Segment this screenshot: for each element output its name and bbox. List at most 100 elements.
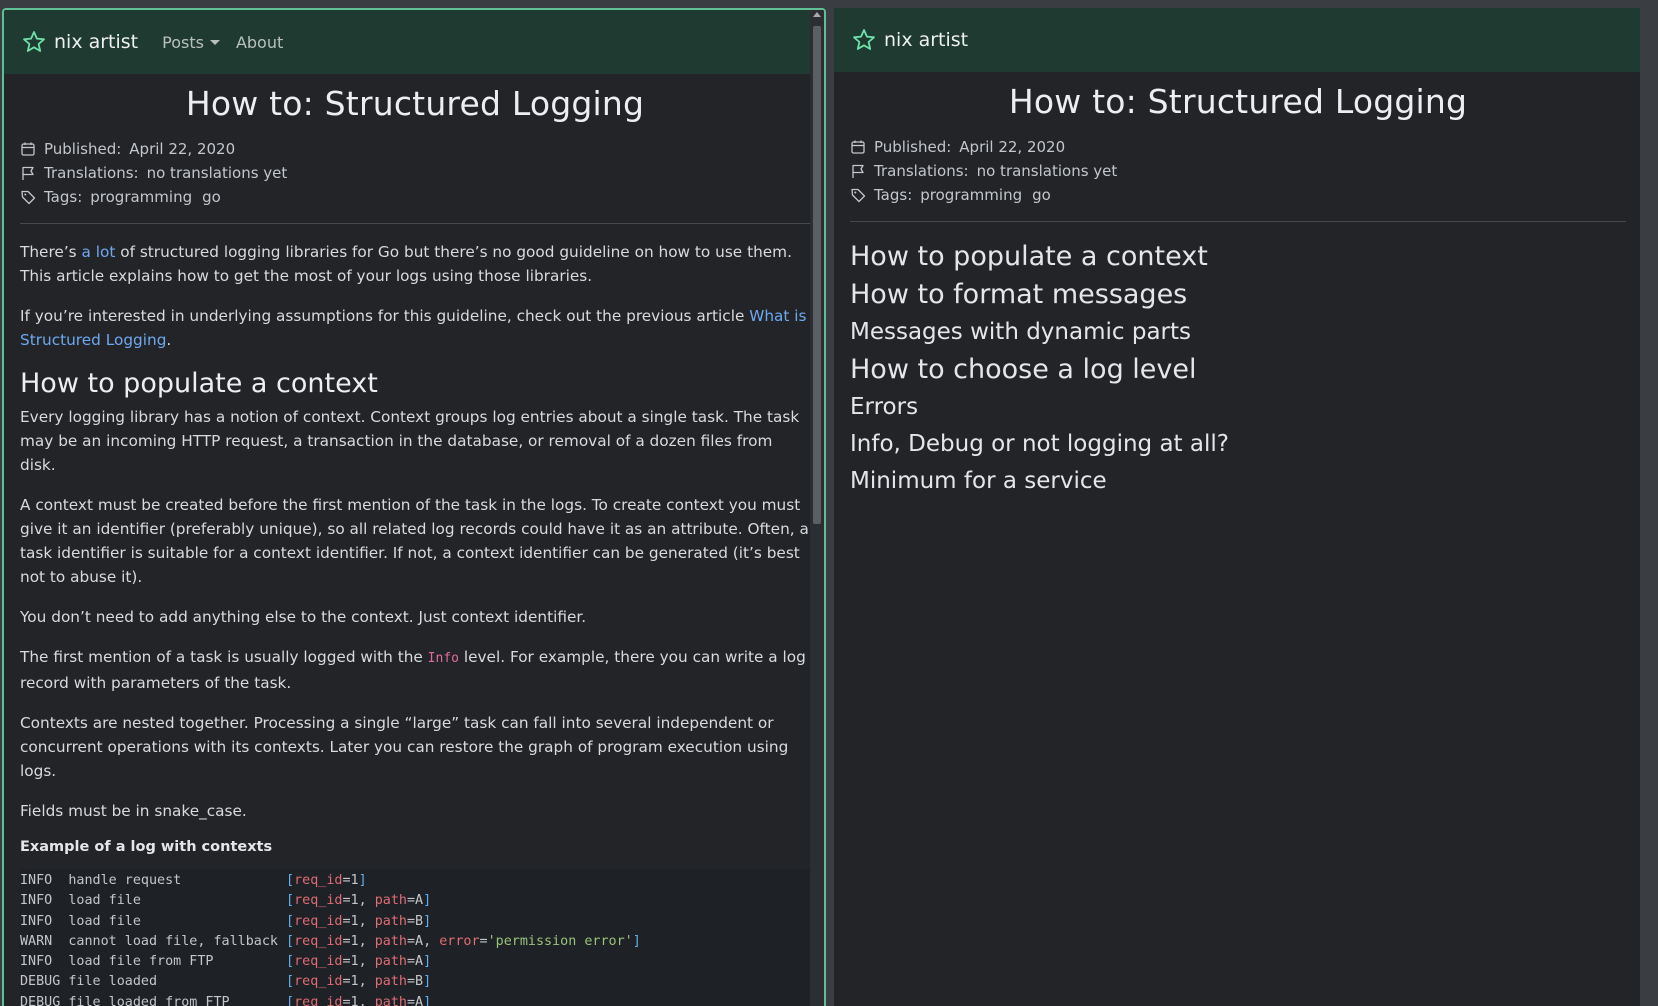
separator: , bbox=[358, 974, 375, 990]
bracket: ] bbox=[423, 913, 432, 929]
link-a-lot[interactable]: a lot bbox=[82, 243, 116, 261]
bracket: [ bbox=[286, 893, 295, 909]
field-value: 1 bbox=[350, 954, 359, 970]
equals: = bbox=[342, 954, 351, 970]
tags-label: Tags: bbox=[874, 186, 913, 204]
log-message: DEBUG file loaded bbox=[20, 974, 287, 990]
field-value: A bbox=[415, 954, 424, 970]
bracket: ] bbox=[423, 893, 432, 909]
log-message: INFO load file from FTP bbox=[20, 954, 287, 970]
paragraph-intro: There’s a lot of structured logging libr… bbox=[20, 240, 810, 288]
toc-item[interactable]: Errors bbox=[850, 389, 1626, 426]
tag-go[interactable]: go bbox=[202, 188, 221, 206]
toc-item[interactable]: How to populate a context bbox=[850, 238, 1626, 276]
translations-label: Translations: bbox=[44, 164, 139, 182]
scroll-up-icon[interactable] bbox=[813, 12, 821, 17]
toc-item[interactable]: Messages with dynamic parts bbox=[850, 314, 1626, 351]
code-line: INFO handle request [req_id=1] bbox=[20, 871, 810, 891]
field-key: req_id bbox=[294, 933, 343, 949]
scrollbar[interactable] bbox=[810, 10, 824, 1006]
brand-link[interactable]: nix artist bbox=[22, 30, 138, 54]
code-line: WARN cannot load file, fallback [req_id =… bbox=[20, 932, 810, 952]
flag-icon bbox=[852, 164, 864, 178]
flag-icon bbox=[22, 166, 34, 180]
bracket: [ bbox=[286, 933, 295, 949]
section-heading-populate-context: How to populate a context bbox=[20, 368, 378, 399]
tag-programming[interactable]: programming bbox=[920, 186, 1022, 204]
scroll-thumb[interactable] bbox=[813, 26, 821, 524]
toc-item[interactable]: How to choose a log level bbox=[850, 351, 1626, 389]
bracket: [ bbox=[286, 994, 295, 1006]
field-value: 1 bbox=[350, 913, 359, 929]
nav-posts-dropdown[interactable]: Posts bbox=[162, 33, 220, 52]
field-value: 1 bbox=[350, 994, 359, 1006]
separator: , bbox=[423, 933, 440, 949]
field-value: A bbox=[415, 933, 424, 949]
bracket: ] bbox=[423, 954, 432, 970]
navbar: nix artist Posts About bbox=[4, 10, 824, 74]
star-icon bbox=[23, 31, 45, 52]
field-key: path bbox=[374, 893, 407, 909]
field-key: req_id bbox=[294, 913, 343, 929]
field-key: path bbox=[374, 994, 407, 1006]
equals: = bbox=[406, 974, 416, 990]
log-message: INFO load file bbox=[20, 913, 287, 929]
equals: = bbox=[342, 994, 351, 1006]
text: If you’re interested in underlying assum… bbox=[20, 307, 750, 325]
right-pane: nix artist How to: Structured Logging Pu… bbox=[834, 8, 1640, 1006]
log-message: INFO load file bbox=[20, 893, 287, 909]
field-value: 1 bbox=[350, 893, 359, 909]
brand-name-right: nix artist bbox=[884, 29, 969, 51]
bracket: [ bbox=[286, 913, 295, 929]
paragraph-context-notion: Every logging library has a notion of co… bbox=[20, 408, 800, 474]
text: . bbox=[166, 331, 172, 349]
text: The first mention of a task is usually l… bbox=[20, 648, 428, 666]
brand-link-right[interactable]: nix artist bbox=[852, 28, 968, 52]
field-key: req_id bbox=[294, 893, 343, 909]
meta-published: Published: April 22, 2020 bbox=[20, 137, 810, 161]
code-line: DEBUG file loaded from FTP [req_id=1, pa… bbox=[20, 993, 810, 1006]
meta-tags-right: Tags: programming go bbox=[850, 183, 1626, 207]
field-value: 'permission error' bbox=[487, 933, 633, 949]
code-line: INFO load file [req_id=1, path=B] bbox=[20, 912, 810, 932]
bracket: ] bbox=[632, 933, 641, 949]
inline-code-info: Info bbox=[427, 651, 459, 666]
log-message: WARN cannot load file, fallback bbox=[20, 933, 287, 949]
text: of structured logging libraries for Go b… bbox=[20, 243, 792, 285]
bracket: [ bbox=[286, 873, 295, 888]
meta-published-right: Published: April 22, 2020 bbox=[850, 135, 1626, 159]
code-line: INFO load file [req_id=1, path=A] bbox=[20, 891, 810, 911]
published-date: April 22, 2020 bbox=[129, 140, 236, 158]
published-label: Published: bbox=[874, 138, 952, 156]
nav-posts-label: Posts bbox=[162, 32, 204, 52]
separator: , bbox=[358, 994, 375, 1006]
field-key: error bbox=[439, 933, 480, 949]
toc-item[interactable]: How to format messages bbox=[850, 276, 1626, 314]
divider bbox=[20, 223, 810, 224]
field-key: path bbox=[374, 933, 407, 949]
log-message: DEBUG file loaded from FTP bbox=[20, 994, 287, 1006]
calendar-icon bbox=[21, 142, 35, 156]
calendar-icon bbox=[851, 140, 865, 154]
equals: = bbox=[342, 893, 351, 909]
equals: = bbox=[406, 954, 416, 970]
navbar-right: nix artist bbox=[834, 8, 1640, 72]
equals: = bbox=[342, 913, 351, 929]
equals: = bbox=[406, 994, 416, 1006]
code-block: INFO handle request [req_id=1] INFO load … bbox=[20, 869, 810, 1006]
article-title: How to: Structured Logging bbox=[185, 84, 645, 123]
nav-about-link[interactable]: About bbox=[236, 33, 283, 52]
equals: = bbox=[406, 933, 416, 949]
tag-go[interactable]: go bbox=[1032, 186, 1051, 204]
paragraph-context-creation: A context must be created before the fir… bbox=[20, 496, 809, 586]
toc-item[interactable]: Info, Debug or not logging at all? bbox=[850, 426, 1626, 463]
paragraph-snake-case: Fields must be in snake_case. bbox=[20, 802, 247, 820]
field-key: req_id bbox=[294, 873, 343, 888]
field-key: req_id bbox=[294, 974, 343, 990]
published-date: April 22, 2020 bbox=[959, 138, 1066, 156]
toc-item[interactable]: Minimum for a service bbox=[850, 463, 1626, 500]
translations-value: no translations yet bbox=[146, 164, 288, 182]
field-value: 1 bbox=[350, 974, 359, 990]
tag-programming[interactable]: programming bbox=[90, 188, 192, 206]
bracket: [ bbox=[286, 974, 295, 990]
